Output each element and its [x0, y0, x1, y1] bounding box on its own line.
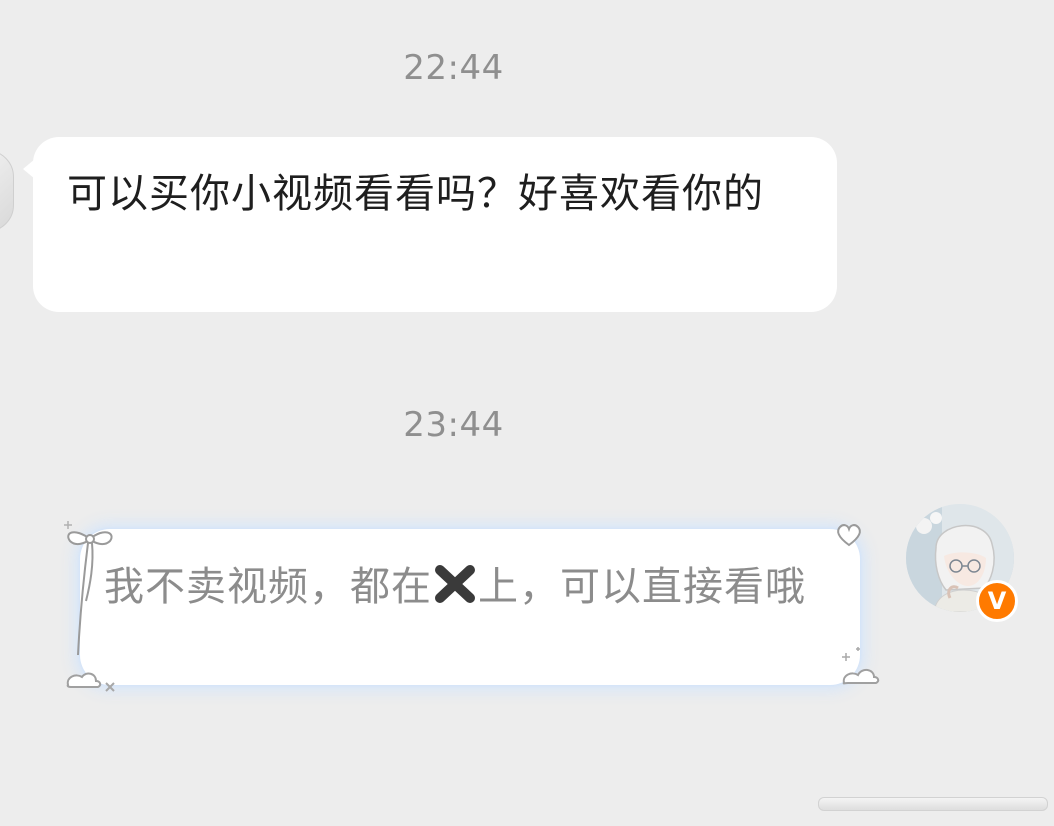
chat-window: 22:44 可以买你小视频看看吗？好喜欢看你的 23:44 我不卖视频，都在 上… — [0, 0, 1054, 826]
message-timestamp: 23:44 — [403, 405, 504, 445]
message-timestamp: 22:44 — [403, 48, 504, 88]
contact-avatar[interactable] — [0, 150, 14, 232]
incoming-message-text: 可以买你小视频看看吗？好喜欢看你的 — [67, 171, 764, 217]
outgoing-text-part: 我不卖视频，都在 — [104, 564, 432, 610]
outgoing-text-part: 上，可以直接看哦 — [478, 564, 806, 610]
ribbon-bow-icon — [64, 521, 113, 656]
outgoing-message-text: 我不卖视频，都在 上，可以直接看哦 — [104, 559, 836, 615]
user-avatar[interactable]: V — [906, 504, 1018, 622]
scroll-indicator[interactable] — [818, 797, 1048, 811]
cloud-icon — [842, 647, 880, 685]
cross-mark-icon — [435, 565, 475, 603]
incoming-message-bubble[interactable]: 可以买你小视频看看吗？好喜欢看你的 — [23, 137, 837, 312]
outgoing-message[interactable]: 我不卖视频，都在 上，可以直接看哦 — [60, 515, 880, 695]
outgoing-message-bubble[interactable]: 我不卖视频，都在 上，可以直接看哦 — [80, 529, 860, 685]
verified-badge: V — [976, 580, 1018, 622]
heart-icon — [837, 524, 861, 547]
cloud-icon — [66, 672, 115, 692]
